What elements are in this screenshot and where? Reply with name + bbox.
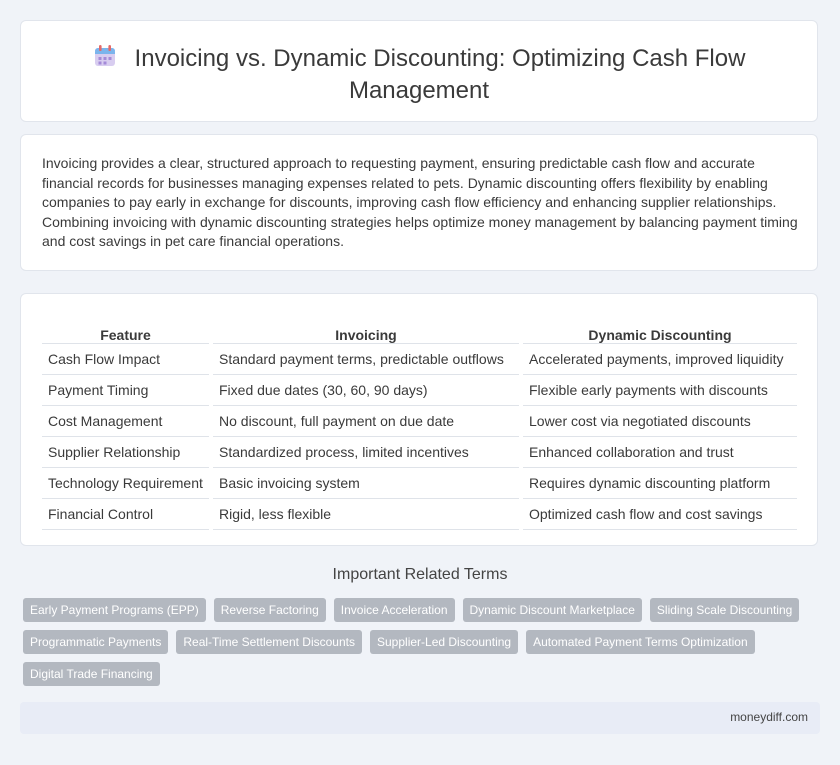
feature-cell: Payment Timing	[42, 375, 209, 406]
related-term-tag[interactable]: Supplier-Led Discounting	[370, 630, 519, 654]
title-card: Invoicing vs. Dynamic Discounting: Optim…	[20, 20, 818, 122]
table-row: Supplier Relationship Standardized proce…	[42, 437, 797, 468]
table-header-row: Feature Invoicing Dynamic Discounting	[42, 314, 797, 344]
related-term-tag[interactable]: Early Payment Programs (EPP)	[23, 598, 206, 622]
calendar-icon	[93, 44, 117, 76]
feature-cell: Cash Flow Impact	[42, 344, 209, 375]
related-term-tag[interactable]: Digital Trade Financing	[23, 662, 160, 686]
intro-paragraph: Invoicing provides a clear, structured a…	[42, 155, 798, 250]
discounting-cell: Accelerated payments, improved liquidity	[523, 344, 797, 375]
invoicing-cell: Fixed due dates (30, 60, 90 days)	[213, 375, 519, 406]
header-dynamic-discounting: Dynamic Discounting	[523, 314, 797, 344]
related-term-tag[interactable]: Reverse Factoring	[213, 598, 326, 622]
discounting-cell: Lower cost via negotiated discounts	[523, 406, 797, 437]
title-row: Invoicing vs. Dynamic Discounting: Optim…	[21, 44, 817, 106]
intro-card: Invoicing provides a clear, structured a…	[20, 134, 818, 271]
related-term-tag[interactable]: Automated Payment Terms Optimization	[526, 630, 755, 654]
invoicing-cell: Rigid, less flexible	[213, 499, 519, 530]
feature-cell: Technology Requirement	[42, 468, 209, 499]
footer-site-link[interactable]: moneydiff.com	[730, 710, 808, 724]
discounting-cell: Enhanced collaboration and trust	[523, 437, 797, 468]
table-row: Cost Management No discount, full paymen…	[42, 406, 797, 437]
related-term-tag[interactable]: Real-Time Settlement Discounts	[176, 630, 362, 654]
header-invoicing: Invoicing	[213, 314, 519, 344]
header-feature: Feature	[42, 314, 209, 344]
invoicing-cell: No discount, full payment on due date	[213, 406, 519, 437]
comparison-card: Feature Invoicing Dynamic Discounting Ca…	[20, 293, 818, 546]
discounting-cell: Flexible early payments with discounts	[523, 375, 797, 406]
table-row: Payment Timing Fixed due dates (30, 60, …	[42, 375, 797, 406]
invoicing-cell: Basic invoicing system	[213, 468, 519, 499]
related-term-tag[interactable]: Programmatic Payments	[23, 630, 169, 654]
feature-cell: Supplier Relationship	[42, 437, 209, 468]
related-term-tag[interactable]: Dynamic Discount Marketplace	[462, 598, 642, 622]
feature-cell: Financial Control	[42, 499, 209, 530]
footer: moneydiff.com	[20, 702, 820, 734]
feature-cell: Cost Management	[42, 406, 209, 437]
discounting-cell: Optimized cash flow and cost savings	[523, 499, 797, 530]
related-terms-tags: Early Payment Programs (EPP) Reverse Fac…	[23, 598, 823, 694]
related-term-tag[interactable]: Sliding Scale Discounting	[649, 598, 800, 622]
table-row: Financial Control Rigid, less flexible O…	[42, 499, 797, 530]
invoicing-cell: Standardized process, limited incentives	[213, 437, 519, 468]
related-terms-title: Important Related Terms	[332, 566, 508, 583]
table-row: Technology Requirement Basic invoicing s…	[42, 468, 797, 499]
page-title: Invoicing vs. Dynamic Discounting: Optim…	[134, 45, 746, 104]
related-term-tag[interactable]: Invoice Acceleration	[333, 598, 455, 622]
invoicing-cell: Standard payment terms, predictable outf…	[213, 344, 519, 375]
comparison-table: Feature Invoicing Dynamic Discounting Ca…	[42, 314, 797, 530]
table-row: Cash Flow Impact Standard payment terms,…	[42, 344, 797, 375]
discounting-cell: Requires dynamic discounting platform	[523, 468, 797, 499]
